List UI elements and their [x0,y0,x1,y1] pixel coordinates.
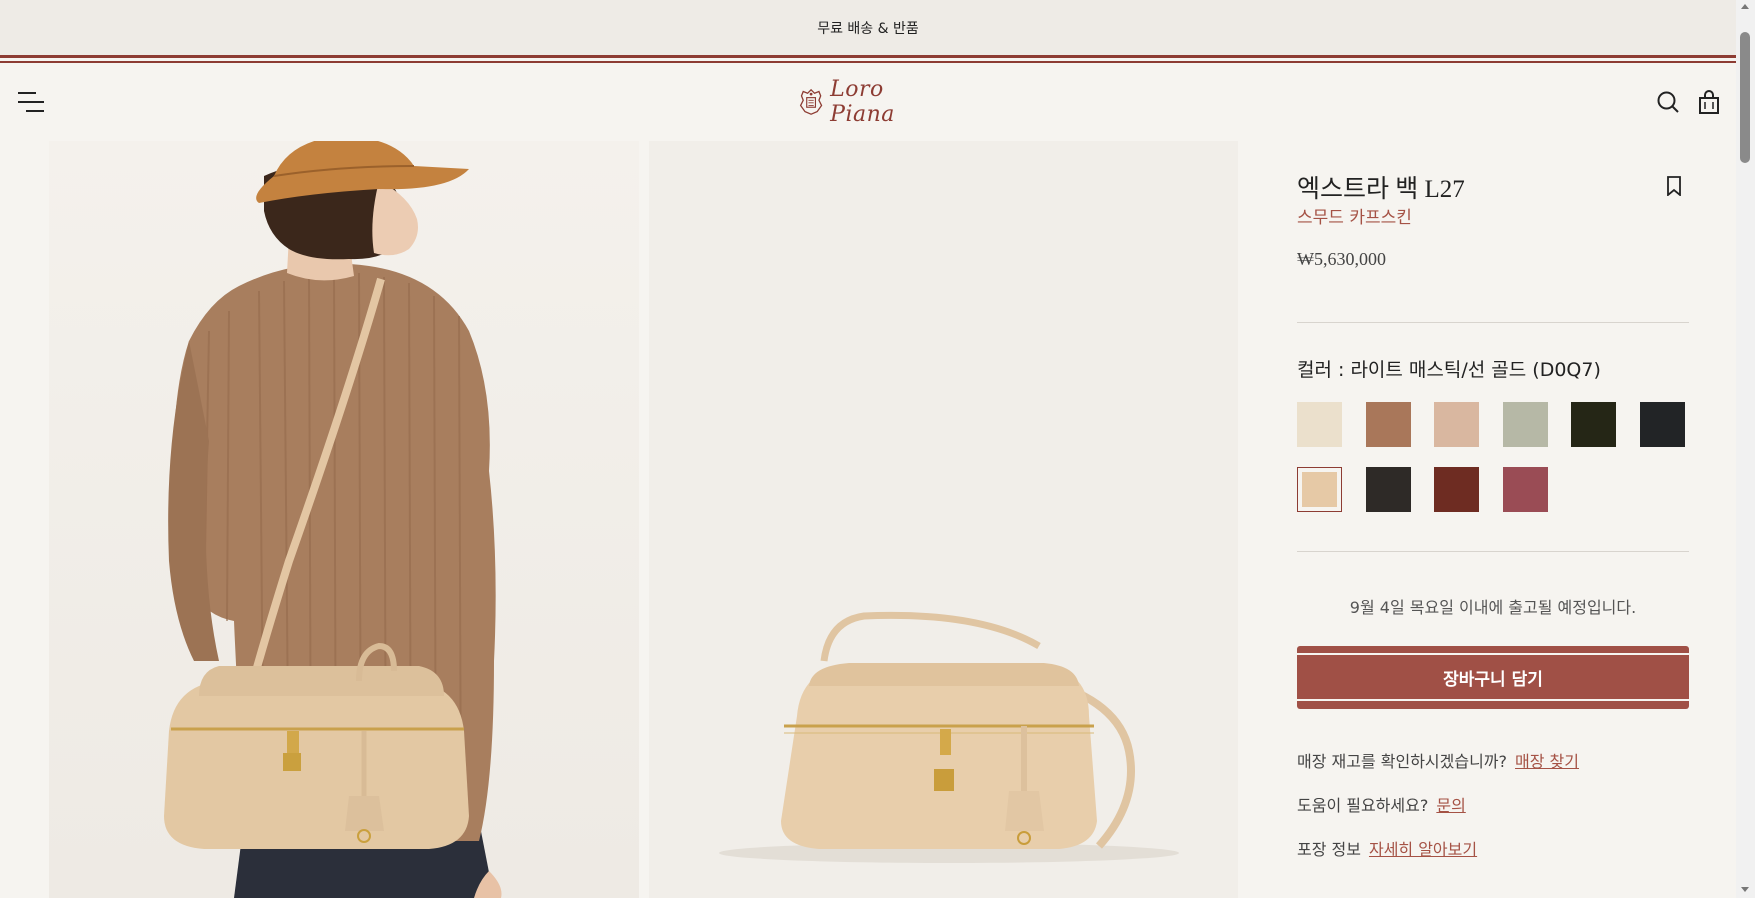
color-swatch[interactable] [1297,402,1342,447]
scroll-down-arrow-icon[interactable] [1741,887,1749,892]
site-header: Loro Piana [0,65,1736,140]
divider [1297,551,1689,552]
search-icon[interactable] [1655,89,1681,115]
help-question: 도움이 필요하세요? [1297,796,1429,815]
hamburger-menu-icon[interactable] [18,89,44,115]
color-swatch[interactable] [1366,402,1411,447]
shipping-note: 9월 4일 목요일 이내에 출고될 예정입니다. [1349,598,1637,617]
add-to-cart-button[interactable]: 장바구니 담기 [1297,646,1689,709]
contact-link[interactable]: 문의 [1436,796,1465,815]
find-store-link[interactable]: 매장 찾기 [1515,752,1579,771]
promo-divider-lines [0,55,1736,65]
color-swatch[interactable] [1503,467,1548,512]
color-swatch[interactable] [1571,402,1616,447]
color-swatch[interactable] [1434,467,1479,512]
brand-logo[interactable]: Loro Piana [798,77,940,127]
bookmark-icon[interactable] [1666,176,1684,198]
color-swatch[interactable] [1434,402,1479,447]
crest-icon [799,88,823,115]
shopping-bag-icon[interactable] [1696,89,1722,115]
scroll-thumb[interactable] [1740,32,1750,163]
promo-text: 무료 배송 & 반품 [817,20,919,37]
product-photo-bag[interactable] [649,141,1238,898]
product-photo-model[interactable] [49,141,639,898]
store-stock-question: 매장 재고를 확인하시겠습니까? [1297,752,1508,771]
color-swatch[interactable] [1640,402,1685,447]
packaging-label: 포장 정보 [1297,840,1361,859]
divider [1297,322,1689,323]
store-stock-row: 매장 재고를 확인하시겠습니까? 매장 찾기 [1297,748,1579,772]
product-price: ₩5,630,000 [1297,249,1386,269]
packaging-row: 포장 정보 자세히 알아보기 [1297,836,1477,860]
learn-more-link[interactable]: 자세히 알아보기 [1369,840,1477,859]
color-swatch-selected[interactable] [1297,467,1342,512]
page-scrollbar[interactable] [1736,0,1755,898]
color-swatch[interactable] [1503,402,1548,447]
add-to-cart-label: 장바구니 담기 [1443,670,1543,690]
help-row: 도움이 필요하세요? 문의 [1297,792,1466,816]
promo-banner: 무료 배송 & 반품 [0,0,1736,55]
brand-logo-text: Loro Piana [830,77,895,127]
scroll-up-arrow-icon[interactable] [1741,4,1749,9]
color-label: 컬러 : 라이트 매스틱/선 골드 (D0Q7) [1297,359,1601,381]
product-title: 엑스트라 백 L27 [1297,176,1465,203]
product-material: 스무드 카프스킨 [1297,208,1412,228]
color-swatch[interactable] [1366,467,1411,512]
